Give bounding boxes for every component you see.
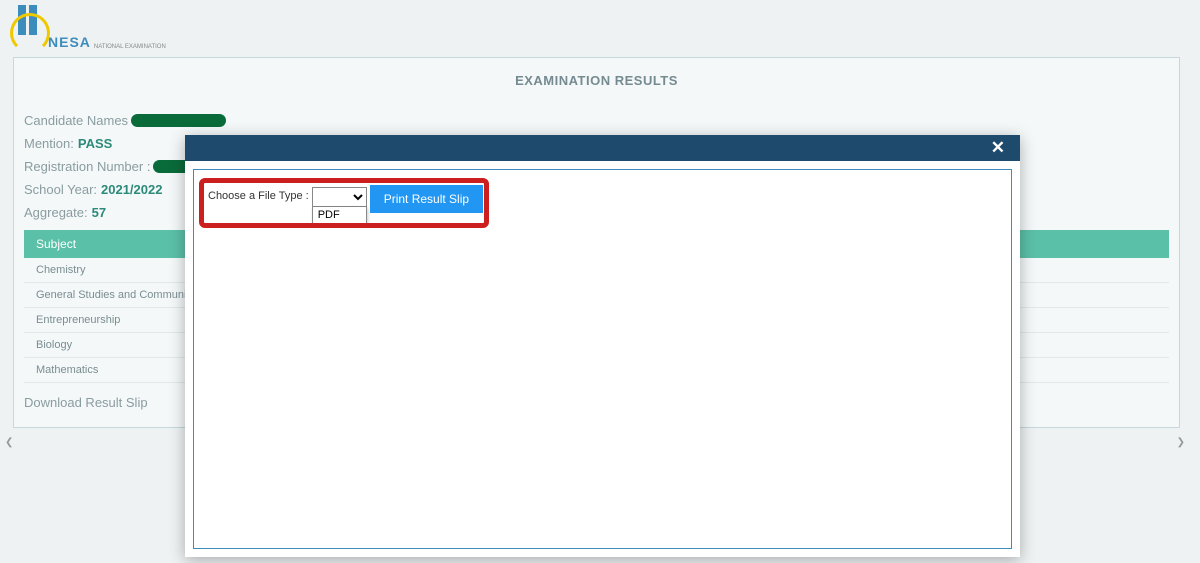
redacted-name [131,114,226,127]
close-icon[interactable]: ✕ [991,138,1005,158]
file-type-row: Choose a File Type : PDF Print Result Sl… [208,187,1001,224]
panel-title: EXAMINATION RESULTS [24,73,1169,88]
logo-area: NESA NATIONAL EXAMINATION [10,5,166,50]
mention-value: PASS [78,136,112,151]
nesa-logo-icon [10,5,50,50]
scroll-left-icon[interactable]: ❮ [5,437,13,448]
file-type-label: Choose a File Type : [208,190,309,202]
print-modal: ✕ Choose a File Type : PDF Print Result … [185,135,1020,557]
candidate-names-row: Candidate Names [24,113,1169,128]
modal-header: ✕ [185,135,1020,161]
download-result-slip-link[interactable]: Download Result Slip [24,395,148,410]
school-year-value: 2021/2022 [101,182,162,197]
dropdown-option-pdf[interactable]: PDF [312,207,367,224]
aggregate-label: Aggregate: [24,205,88,220]
print-result-slip-button[interactable]: Print Result Slip [370,185,483,213]
file-type-select-wrapper: PDF [312,187,367,224]
modal-body: Choose a File Type : PDF Print Result Sl… [193,169,1012,549]
scroll-right-icon[interactable]: ❯ [1177,437,1185,448]
logo-tagline: NATIONAL EXAMINATION [94,44,166,50]
logo-brand-text: NESA [48,34,91,50]
candidate-names-label: Candidate Names [24,113,128,128]
file-type-select[interactable] [312,187,367,207]
aggregate-value: 57 [92,205,106,220]
mention-label: Mention: [24,136,74,151]
registration-label: Registration Number : [24,159,150,174]
school-year-label: School Year: [24,182,97,197]
